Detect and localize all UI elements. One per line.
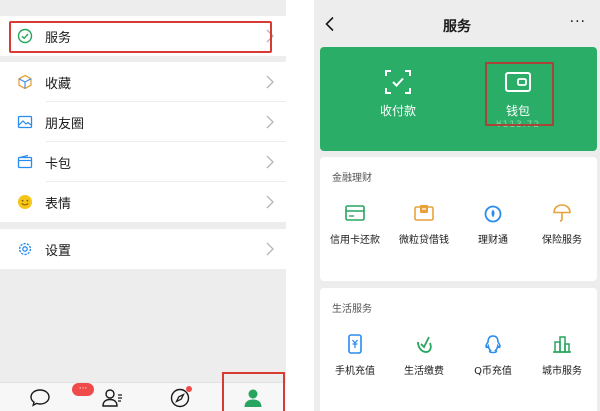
cube-icon: [17, 74, 33, 90]
service-insurance[interactable]: 保险服务: [528, 203, 596, 246]
unread-badge: ···: [72, 383, 94, 396]
pay-wallet-banner: 收付款 钱包 ¥113.72: [320, 47, 597, 151]
service-check-icon: [17, 28, 33, 44]
menu-item-label: 服务: [45, 30, 72, 46]
menu-item-service[interactable]: 服务: [0, 16, 286, 56]
life-services-section: 生活服务 手机充值 生活缴费 Q币充值 城市服务: [320, 288, 597, 411]
qr-scan-icon: [385, 70, 411, 94]
person-icon: [244, 389, 262, 407]
service-section: 服务: [0, 16, 286, 56]
wallet-icon: [505, 72, 531, 92]
chevron-right-icon: [266, 195, 274, 209]
chevron-right-icon: [266, 155, 274, 169]
menu-item-favorites[interactable]: 收藏: [0, 62, 286, 102]
service-label: 信用卡还款: [330, 235, 380, 246]
service-label: 城市服务: [542, 366, 582, 377]
service-label: 手机充值: [335, 366, 375, 377]
card-wallet-icon: [17, 154, 33, 170]
chevron-right-icon: [266, 115, 274, 129]
picture-icon: [17, 114, 33, 130]
umbrella-icon: [553, 204, 571, 222]
chevron-right-icon: [266, 75, 274, 89]
chevron-right-icon: [266, 29, 274, 43]
chat-bubble-icon: [30, 389, 50, 407]
section-title: 生活服务: [332, 304, 372, 315]
credit-card-icon: [345, 205, 365, 221]
nav-bar: 服务 ···: [314, 0, 600, 48]
menu-item-label: 表情: [45, 196, 72, 212]
leaf-check-icon: [417, 336, 432, 353]
service-credit-card-repay[interactable]: 信用卡还款: [321, 203, 389, 246]
service-label: 生活缴费: [404, 366, 444, 377]
wallet-button[interactable]: 钱包 ¥113.72: [458, 47, 578, 151]
me-screen: 服务 收藏 朋友圈 卡包 表情 设置 ···: [0, 0, 286, 411]
tab-chats[interactable]: ···: [28, 383, 94, 409]
settings-section: 设置: [0, 229, 286, 269]
service-label: 理财通: [478, 235, 508, 246]
menu-item-moments[interactable]: 朋友圈: [0, 102, 286, 142]
wallet-label: 钱包: [505, 104, 530, 118]
tab-bar: ···: [0, 382, 286, 411]
city-icon: [553, 336, 571, 353]
menu-item-label: 朋友圈: [45, 116, 85, 132]
more-menu-button[interactable]: ···: [570, 14, 586, 30]
page-title: 服务: [443, 19, 471, 35]
service-qcoin-topup[interactable]: Q币充值: [459, 334, 527, 377]
contacts-icon: [102, 389, 122, 407]
loan-icon: [414, 205, 434, 221]
main-section: 收藏 朋友圈 卡包 表情: [0, 62, 286, 222]
chevron-right-icon: [266, 242, 274, 256]
drop-icon: [484, 205, 502, 223]
smile-icon: [17, 194, 33, 210]
wallet-balance: ¥113.72: [495, 120, 541, 130]
notification-dot: [186, 386, 192, 392]
phone-yuan-icon: [348, 334, 362, 354]
menu-item-stickers[interactable]: 表情: [0, 182, 286, 222]
tab-me[interactable]: [241, 387, 265, 409]
receive-pay-label: 收付款: [379, 104, 416, 118]
service-city-services[interactable]: 城市服务: [528, 334, 596, 377]
menu-item-settings[interactable]: 设置: [0, 229, 286, 269]
finance-section: 金融理财 信用卡还款 微粒贷借钱 理财通 保险服务: [320, 157, 597, 281]
gear-icon: [17, 241, 33, 257]
receive-pay-button[interactable]: 收付款: [338, 47, 458, 151]
menu-item-label: 设置: [45, 243, 72, 259]
menu-item-label: 卡包: [45, 156, 72, 172]
services-screen: 服务 ··· 收付款 钱包 ¥113.72 金融理财 信用卡还款 微粒贷借钱 理…: [314, 0, 600, 411]
service-label: 保险服务: [542, 235, 582, 246]
service-label: 微粒贷借钱: [399, 235, 449, 246]
service-licaitong[interactable]: 理财通: [459, 203, 527, 246]
penguin-icon: [485, 335, 501, 354]
menu-item-cards[interactable]: 卡包: [0, 142, 286, 182]
menu-item-label: 收藏: [45, 76, 72, 92]
service-label: Q币充值: [474, 366, 512, 377]
section-title: 金融理财: [332, 173, 372, 184]
service-utility-bills[interactable]: 生活缴费: [390, 334, 458, 377]
tab-contacts[interactable]: [100, 387, 124, 409]
service-mobile-topup[interactable]: 手机充值: [321, 334, 389, 377]
service-weilidai[interactable]: 微粒贷借钱: [390, 203, 458, 246]
